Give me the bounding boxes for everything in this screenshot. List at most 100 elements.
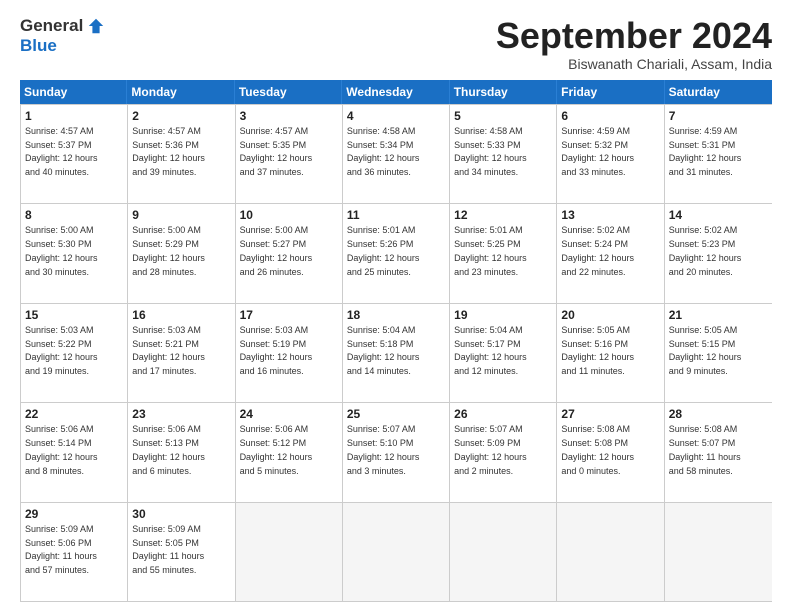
cell-11: 11 Sunrise: 5:01 AMSunset: 5:26 PMDaylig… — [343, 204, 450, 302]
day-number: 8 — [25, 207, 123, 223]
day-number: 25 — [347, 406, 445, 422]
cell-info: Sunrise: 5:06 AMSunset: 5:13 PMDaylight:… — [132, 424, 205, 475]
cell-23: 23 Sunrise: 5:06 AMSunset: 5:13 PMDaylig… — [128, 403, 235, 501]
cell-3: 3 Sunrise: 4:57 AMSunset: 5:35 PMDayligh… — [236, 105, 343, 203]
cell-info: Sunrise: 5:00 AMSunset: 5:27 PMDaylight:… — [240, 225, 313, 276]
cell-30: 30 Sunrise: 5:09 AMSunset: 5:05 PMDaylig… — [128, 503, 235, 601]
cell-empty-5 — [665, 503, 772, 601]
cell-info: Sunrise: 4:57 AMSunset: 5:37 PMDaylight:… — [25, 126, 98, 177]
day-number: 13 — [561, 207, 659, 223]
cell-empty-2 — [343, 503, 450, 601]
cell-info: Sunrise: 4:58 AMSunset: 5:33 PMDaylight:… — [454, 126, 527, 177]
cell-12: 12 Sunrise: 5:01 AMSunset: 5:25 PMDaylig… — [450, 204, 557, 302]
day-number: 6 — [561, 108, 659, 124]
cell-info: Sunrise: 5:03 AMSunset: 5:22 PMDaylight:… — [25, 325, 98, 376]
cell-1: 1 Sunrise: 4:57 AMSunset: 5:37 PMDayligh… — [21, 105, 128, 203]
subtitle: Biswanath Chariali, Assam, India — [496, 56, 772, 72]
header: General Blue September 2024 Biswanath Ch… — [20, 16, 772, 72]
cell-info: Sunrise: 5:08 AMSunset: 5:07 PMDaylight:… — [669, 424, 741, 475]
header-thursday: Thursday — [450, 80, 557, 104]
cell-2: 2 Sunrise: 4:57 AMSunset: 5:36 PMDayligh… — [128, 105, 235, 203]
logo-icon — [87, 17, 105, 35]
day-number: 5 — [454, 108, 552, 124]
cell-28: 28 Sunrise: 5:08 AMSunset: 5:07 PMDaylig… — [665, 403, 772, 501]
cell-info: Sunrise: 5:02 AMSunset: 5:23 PMDaylight:… — [669, 225, 742, 276]
logo: General Blue — [20, 16, 105, 56]
header-saturday: Saturday — [665, 80, 772, 104]
day-number: 23 — [132, 406, 230, 422]
calendar: Sunday Monday Tuesday Wednesday Thursday… — [20, 80, 772, 602]
day-number: 20 — [561, 307, 659, 323]
cell-14: 14 Sunrise: 5:02 AMSunset: 5:23 PMDaylig… — [665, 204, 772, 302]
cell-info: Sunrise: 5:05 AMSunset: 5:15 PMDaylight:… — [669, 325, 742, 376]
calendar-header: Sunday Monday Tuesday Wednesday Thursday… — [20, 80, 772, 104]
cell-info: Sunrise: 5:03 AMSunset: 5:21 PMDaylight:… — [132, 325, 205, 376]
cell-info: Sunrise: 4:57 AMSunset: 5:36 PMDaylight:… — [132, 126, 205, 177]
cell-info: Sunrise: 4:58 AMSunset: 5:34 PMDaylight:… — [347, 126, 420, 177]
cell-info: Sunrise: 5:04 AMSunset: 5:18 PMDaylight:… — [347, 325, 420, 376]
cell-info: Sunrise: 5:06 AMSunset: 5:12 PMDaylight:… — [240, 424, 313, 475]
day-number: 3 — [240, 108, 338, 124]
cell-18: 18 Sunrise: 5:04 AMSunset: 5:18 PMDaylig… — [343, 304, 450, 402]
cell-19: 19 Sunrise: 5:04 AMSunset: 5:17 PMDaylig… — [450, 304, 557, 402]
cell-info: Sunrise: 5:07 AMSunset: 5:09 PMDaylight:… — [454, 424, 527, 475]
month-title: September 2024 — [496, 16, 772, 56]
cell-info: Sunrise: 4:59 AMSunset: 5:31 PMDaylight:… — [669, 126, 742, 177]
header-wednesday: Wednesday — [342, 80, 449, 104]
day-number: 28 — [669, 406, 768, 422]
cell-empty-4 — [557, 503, 664, 601]
cell-25: 25 Sunrise: 5:07 AMSunset: 5:10 PMDaylig… — [343, 403, 450, 501]
cell-20: 20 Sunrise: 5:05 AMSunset: 5:16 PMDaylig… — [557, 304, 664, 402]
cell-info: Sunrise: 5:04 AMSunset: 5:17 PMDaylight:… — [454, 325, 527, 376]
day-number: 29 — [25, 506, 123, 522]
day-number: 15 — [25, 307, 123, 323]
cell-7: 7 Sunrise: 4:59 AMSunset: 5:31 PMDayligh… — [665, 105, 772, 203]
cell-10: 10 Sunrise: 5:00 AMSunset: 5:27 PMDaylig… — [236, 204, 343, 302]
header-sunday: Sunday — [20, 80, 127, 104]
week-row-1: 1 Sunrise: 4:57 AMSunset: 5:37 PMDayligh… — [21, 104, 772, 203]
cell-info: Sunrise: 4:57 AMSunset: 5:35 PMDaylight:… — [240, 126, 313, 177]
cell-info: Sunrise: 5:03 AMSunset: 5:19 PMDaylight:… — [240, 325, 313, 376]
cell-17: 17 Sunrise: 5:03 AMSunset: 5:19 PMDaylig… — [236, 304, 343, 402]
day-number: 12 — [454, 207, 552, 223]
cell-5: 5 Sunrise: 4:58 AMSunset: 5:33 PMDayligh… — [450, 105, 557, 203]
day-number: 19 — [454, 307, 552, 323]
day-number: 14 — [669, 207, 768, 223]
day-number: 9 — [132, 207, 230, 223]
cell-info: Sunrise: 5:06 AMSunset: 5:14 PMDaylight:… — [25, 424, 98, 475]
cell-24: 24 Sunrise: 5:06 AMSunset: 5:12 PMDaylig… — [236, 403, 343, 501]
cell-info: Sunrise: 5:02 AMSunset: 5:24 PMDaylight:… — [561, 225, 634, 276]
day-number: 24 — [240, 406, 338, 422]
day-number: 1 — [25, 108, 123, 124]
cell-8: 8 Sunrise: 5:00 AMSunset: 5:30 PMDayligh… — [21, 204, 128, 302]
cell-29: 29 Sunrise: 5:09 AMSunset: 5:06 PMDaylig… — [21, 503, 128, 601]
day-number: 2 — [132, 108, 230, 124]
cell-22: 22 Sunrise: 5:06 AMSunset: 5:14 PMDaylig… — [21, 403, 128, 501]
cell-26: 26 Sunrise: 5:07 AMSunset: 5:09 PMDaylig… — [450, 403, 557, 501]
day-number: 27 — [561, 406, 659, 422]
week-row-5: 29 Sunrise: 5:09 AMSunset: 5:06 PMDaylig… — [21, 502, 772, 601]
page: General Blue September 2024 Biswanath Ch… — [0, 0, 792, 612]
cell-info: Sunrise: 5:00 AMSunset: 5:30 PMDaylight:… — [25, 225, 98, 276]
cell-15: 15 Sunrise: 5:03 AMSunset: 5:22 PMDaylig… — [21, 304, 128, 402]
week-row-2: 8 Sunrise: 5:00 AMSunset: 5:30 PMDayligh… — [21, 203, 772, 302]
cell-13: 13 Sunrise: 5:02 AMSunset: 5:24 PMDaylig… — [557, 204, 664, 302]
calendar-body: 1 Sunrise: 4:57 AMSunset: 5:37 PMDayligh… — [20, 104, 772, 602]
cell-info: Sunrise: 5:08 AMSunset: 5:08 PMDaylight:… — [561, 424, 634, 475]
day-number: 16 — [132, 307, 230, 323]
cell-16: 16 Sunrise: 5:03 AMSunset: 5:21 PMDaylig… — [128, 304, 235, 402]
day-number: 18 — [347, 307, 445, 323]
cell-9: 9 Sunrise: 5:00 AMSunset: 5:29 PMDayligh… — [128, 204, 235, 302]
day-number: 7 — [669, 108, 768, 124]
logo-blue: Blue — [20, 36, 57, 56]
day-number: 21 — [669, 307, 768, 323]
cell-info: Sunrise: 5:01 AMSunset: 5:26 PMDaylight:… — [347, 225, 420, 276]
cell-info: Sunrise: 5:07 AMSunset: 5:10 PMDaylight:… — [347, 424, 420, 475]
cell-empty-3 — [450, 503, 557, 601]
cell-empty-1 — [236, 503, 343, 601]
day-number: 22 — [25, 406, 123, 422]
day-number: 11 — [347, 207, 445, 223]
title-block: September 2024 Biswanath Chariali, Assam… — [496, 16, 772, 72]
header-friday: Friday — [557, 80, 664, 104]
day-number: 30 — [132, 506, 230, 522]
